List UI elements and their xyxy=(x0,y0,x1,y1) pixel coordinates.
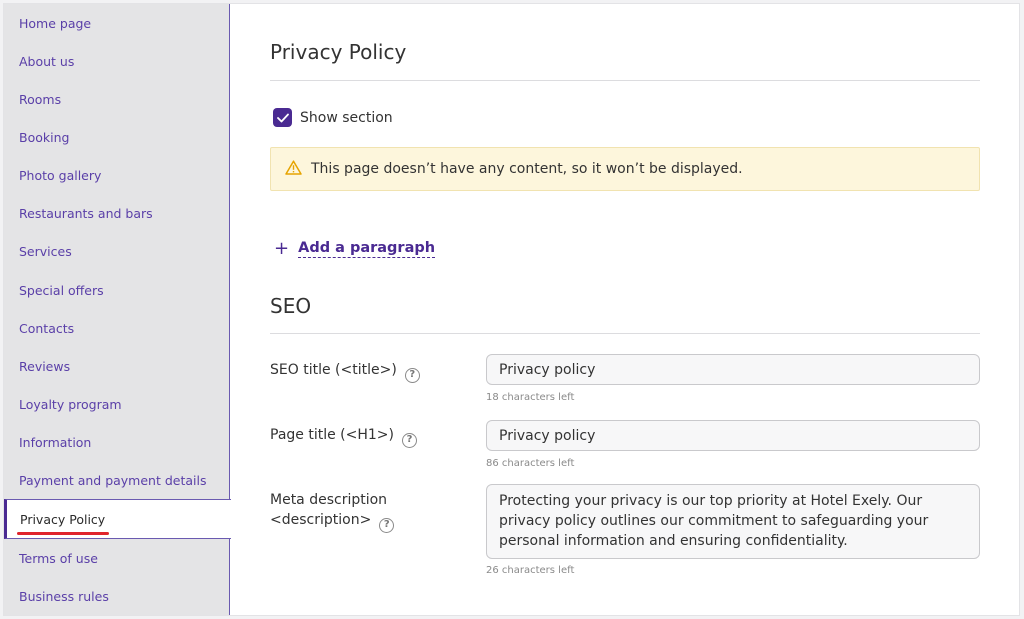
meta-description-label: Meta description <description>? xyxy=(270,490,395,533)
sidebar-item-payment-details[interactable]: Payment and payment details xyxy=(4,461,230,499)
sidebar-item-label: Loyalty program xyxy=(19,396,122,412)
sidebar-nav: Home page About us Rooms Booking Photo g… xyxy=(4,4,231,615)
sidebar-item-restaurants-and-bars[interactable]: Restaurants and bars xyxy=(4,194,230,232)
alert-text: This page doesn’t have any content, so i… xyxy=(311,161,743,177)
seo-title-label: SEO title (<title>)? xyxy=(270,360,420,383)
empty-content-alert: This page doesn’t have any content, so i… xyxy=(270,147,980,191)
sidebar-item-label: Payment and payment details xyxy=(19,472,207,488)
sidebar-item-terms-of-use[interactable]: Terms of use xyxy=(4,539,230,577)
seo-title-counter: 18 characters left xyxy=(486,392,575,403)
app-frame: Home page About us Rooms Booking Photo g… xyxy=(3,3,1020,616)
sidebar-item-label: Home page xyxy=(19,15,92,31)
help-icon[interactable]: ? xyxy=(404,367,420,383)
page-title-input[interactable]: Privacy policy xyxy=(486,420,980,451)
sidebar-item-label: Photo gallery xyxy=(19,167,102,183)
page-title-value: Privacy policy xyxy=(499,427,596,444)
page-title-label-text: Page title (<H1>) xyxy=(270,427,394,443)
main-content: Privacy Policy Show section This page do… xyxy=(230,4,1019,615)
seo-heading: SEO xyxy=(270,294,312,318)
page-title-label: Page title (<H1>)? xyxy=(270,425,417,448)
sidebar-item-label: Booking xyxy=(19,129,70,145)
sidebar-item-business-rules[interactable]: Business rules xyxy=(4,577,230,615)
help-icon[interactable]: ? xyxy=(379,517,395,533)
sidebar-item-label: Contacts xyxy=(19,320,75,336)
sidebar-item-about-us[interactable]: About us xyxy=(4,42,230,80)
meta-description-value: Protecting your privacy is our top prior… xyxy=(499,493,929,549)
divider xyxy=(270,80,980,81)
page-title: Privacy Policy xyxy=(270,40,407,64)
add-paragraph-label: Add a paragraph xyxy=(298,240,436,258)
sidebar-item-label: Reviews xyxy=(19,358,71,374)
sidebar-item-label: Services xyxy=(19,243,72,259)
meta-description-textarea[interactable]: Protecting your privacy is our top prior… xyxy=(486,484,980,559)
meta-description-label-line1: Meta description xyxy=(270,492,388,508)
sidebar-item-label: Privacy Policy xyxy=(16,511,110,535)
meta-description-label-line2: <description> xyxy=(270,512,372,528)
show-section-checkbox[interactable]: Show section xyxy=(273,108,393,127)
sidebar-item-contacts[interactable]: Contacts xyxy=(4,309,230,347)
sidebar-item-label: Information xyxy=(19,434,92,450)
sidebar-item-label: Restaurants and bars xyxy=(19,205,153,221)
sidebar-item-privacy-policy[interactable]: Privacy Policy xyxy=(4,499,231,539)
sidebar-item-loyalty-program[interactable]: Loyalty program xyxy=(4,385,230,423)
page-title-counter: 86 characters left xyxy=(486,458,575,469)
sidebar-item-label: Rooms xyxy=(19,91,62,107)
warning-icon xyxy=(285,159,302,179)
show-section-label: Show section xyxy=(300,109,393,126)
sidebar-item-rooms[interactable]: Rooms xyxy=(4,80,230,118)
sidebar-item-reviews[interactable]: Reviews xyxy=(4,347,230,385)
sidebar-item-services[interactable]: Services xyxy=(4,232,230,270)
seo-title-label-text: SEO title (<title>) xyxy=(270,362,397,378)
meta-description-counter: 26 characters left xyxy=(486,565,575,576)
help-icon[interactable]: ? xyxy=(401,432,417,448)
sidebar-item-special-offers[interactable]: Special offers xyxy=(4,271,230,309)
seo-title-input[interactable]: Privacy policy xyxy=(486,354,980,385)
seo-title-value: Privacy policy xyxy=(499,361,596,378)
sidebar-item-label: Terms of use xyxy=(19,550,98,566)
sidebar-item-home-page[interactable]: Home page xyxy=(4,4,230,42)
checkbox-checked-icon[interactable] xyxy=(273,108,292,127)
sidebar-item-label: About us xyxy=(19,53,75,69)
plus-icon: + xyxy=(274,238,290,259)
sidebar-item-label: Business rules xyxy=(19,588,109,604)
sidebar-item-photo-gallery[interactable]: Photo gallery xyxy=(4,156,230,194)
add-paragraph-button[interactable]: + Add a paragraph xyxy=(274,238,436,259)
sidebar-item-booking[interactable]: Booking xyxy=(4,118,230,156)
divider xyxy=(270,333,980,334)
sidebar-item-label: Special offers xyxy=(19,282,104,298)
sidebar-item-information[interactable]: Information xyxy=(4,423,230,461)
